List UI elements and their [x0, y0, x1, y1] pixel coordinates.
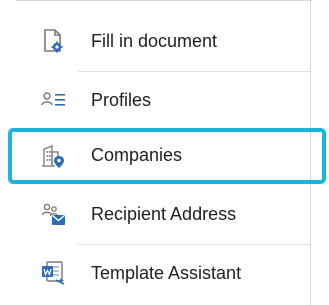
menu-item-label: Recipient Address	[91, 204, 237, 224]
profiles-icon	[39, 86, 67, 114]
menu-item-companies[interactable]: Companies	[8, 128, 326, 184]
template-assistant-icon	[39, 259, 67, 287]
menu-item-label: Template Assistant	[91, 263, 242, 283]
recipient-address-icon	[39, 200, 67, 228]
menu-item-label: Companies	[91, 145, 183, 165]
document-gear-icon	[39, 27, 67, 55]
menu-item-profiles[interactable]: Profiles	[16, 73, 312, 127]
menu-item-fill-in-document[interactable]: Fill in document	[16, 14, 312, 68]
company-building-icon	[39, 142, 67, 170]
menu-separator	[78, 244, 310, 245]
menu-item-recipient-address[interactable]: Recipient Address	[16, 187, 312, 241]
menu-item-label: Fill in document	[91, 31, 218, 51]
menu-top-border	[16, 0, 312, 4]
context-menu: Fill in document Profiles Companies Reci…	[0, 0, 329, 305]
menu-item-label: Profiles	[91, 90, 152, 110]
menu-item-template-assistant[interactable]: Template Assistant	[16, 246, 312, 300]
menu-separator	[78, 71, 310, 72]
